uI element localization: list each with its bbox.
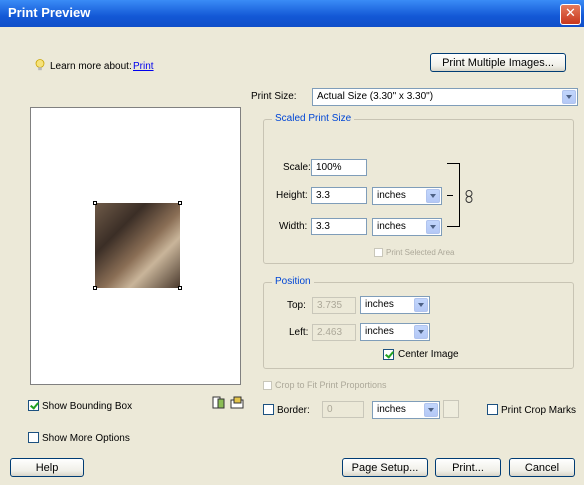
print-crop-marks-label: Print Crop Marks: [501, 405, 577, 416]
height-unit-value: inches: [377, 190, 406, 201]
chevron-down-icon: [414, 298, 428, 312]
position-title: Position: [272, 276, 314, 287]
scale-input[interactable]: 100%: [311, 159, 367, 176]
top-unit-select[interactable]: inches: [360, 296, 430, 314]
chevron-down-icon: [426, 189, 440, 203]
title-bar: Print Preview ✕: [0, 0, 584, 27]
width-unit-value: inches: [377, 221, 406, 232]
window-title: Print Preview: [8, 5, 91, 20]
center-image-checkbox[interactable]: [383, 349, 394, 360]
learn-more-label: Learn more about:: [50, 61, 132, 72]
print-multiple-images-button[interactable]: Print Multiple Images...: [430, 53, 566, 72]
learn-more-print-link[interactable]: Print: [133, 61, 154, 72]
scaled-print-size-title: Scaled Print Size: [272, 113, 355, 124]
print-size-select[interactable]: Actual Size (3.30" x 3.30"): [312, 88, 578, 106]
left-label: Left:: [289, 327, 309, 338]
lightbulb-icon: [35, 59, 45, 71]
resize-handle[interactable]: [178, 201, 182, 205]
chevron-down-icon: [426, 220, 440, 234]
width-input[interactable]: 3.3: [311, 218, 367, 235]
border-label: Border:: [277, 405, 310, 416]
print-selected-area-label: Print Selected Area: [386, 248, 455, 257]
border-input[interactable]: 0: [322, 401, 364, 418]
chevron-down-icon: [414, 325, 428, 339]
print-preview-window: Print Preview ✕ Learn more about: Print …: [0, 0, 584, 485]
bracket-tick: [447, 195, 453, 196]
show-bounding-box-checkbox[interactable]: [28, 400, 39, 411]
show-bounding-box-label: Show Bounding Box: [42, 401, 133, 412]
chevron-down-icon: [562, 90, 576, 104]
print-selected-area-checkbox[interactable]: [374, 248, 383, 257]
width-unit-select[interactable]: inches: [372, 218, 442, 236]
top-input[interactable]: 3.735: [312, 297, 356, 314]
link-chain-icon[interactable]: [465, 190, 473, 203]
print-button[interactable]: Print...: [435, 458, 501, 477]
print-size-value: Actual Size (3.30" x 3.30"): [317, 91, 434, 102]
print-size-label: Print Size:: [251, 91, 297, 102]
resize-handle[interactable]: [93, 201, 97, 205]
orientation-landscape-icon[interactable]: [230, 396, 244, 410]
left-input[interactable]: 2.463: [312, 324, 356, 341]
print-crop-marks-checkbox[interactable]: [487, 404, 498, 415]
border-checkbox[interactable]: [263, 404, 274, 415]
left-unit-value: inches: [365, 326, 394, 337]
preview-image[interactable]: [93, 201, 182, 290]
height-unit-select[interactable]: inches: [372, 187, 442, 205]
top-label: Top:: [287, 300, 306, 311]
border-unit-value: inches: [377, 404, 406, 415]
center-image-label: Center Image: [398, 349, 459, 360]
top-unit-value: inches: [365, 299, 394, 310]
preview-area: [30, 107, 241, 385]
resize-handle[interactable]: [178, 286, 182, 290]
border-color-swatch[interactable]: [443, 400, 459, 418]
scale-label: Scale:: [283, 162, 311, 173]
cancel-button[interactable]: Cancel: [509, 458, 575, 477]
orientation-portrait-icon[interactable]: [212, 396, 226, 410]
height-input[interactable]: 3.3: [311, 187, 367, 204]
chevron-down-icon: [424, 403, 438, 417]
width-label: Width:: [279, 221, 308, 232]
page-setup-button[interactable]: Page Setup...: [342, 458, 428, 477]
crop-to-fit-label: Crop to Fit Print Proportions: [275, 380, 387, 390]
show-more-options-label: Show More Options: [42, 433, 130, 444]
close-icon: ✕: [565, 6, 576, 21]
help-button[interactable]: Help: [10, 458, 84, 477]
show-more-options-checkbox[interactable]: [28, 432, 39, 443]
height-label: Height:: [276, 190, 308, 201]
left-unit-select[interactable]: inches: [360, 323, 430, 341]
crop-to-fit-checkbox[interactable]: [263, 381, 272, 390]
close-button[interactable]: ✕: [560, 4, 581, 25]
border-unit-select[interactable]: inches: [372, 401, 440, 419]
resize-handle[interactable]: [93, 286, 97, 290]
